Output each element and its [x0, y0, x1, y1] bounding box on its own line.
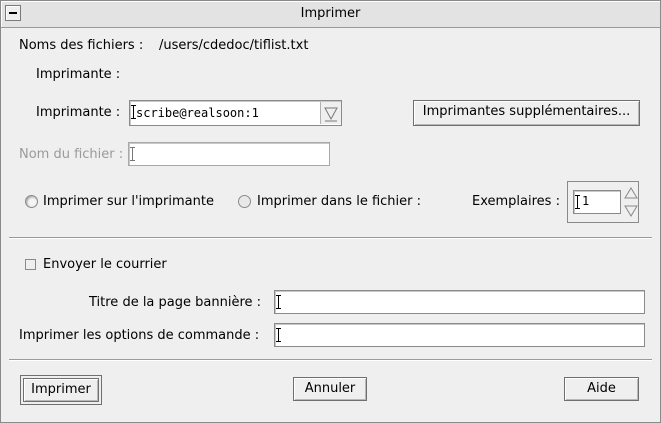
- print-to-printer-radio[interactable]: [25, 195, 38, 208]
- text-cursor-icon: [276, 295, 284, 309]
- filename-label: Nom du fichier :: [19, 147, 124, 162]
- send-mail-label: Envoyer le courrier: [43, 257, 167, 272]
- command-options-input[interactable]: [274, 323, 645, 347]
- printer-combobox[interactable]: scribe@realsoon:1: [129, 100, 342, 126]
- print-to-file-label: Imprimer dans le fichier :: [257, 194, 421, 209]
- separator: [9, 237, 652, 239]
- file-names-value: /users/cdedoc/tiflist.txt: [159, 38, 309, 53]
- window-title: Imprimer: [300, 6, 361, 21]
- text-cursor-icon: [276, 328, 284, 342]
- text-cursor-icon: [130, 147, 138, 161]
- file-names-label: Noms des fichiers :: [19, 38, 144, 53]
- banner-title-input[interactable]: [274, 290, 645, 314]
- print-button[interactable]: Imprimer: [20, 375, 102, 405]
- cancel-button[interactable]: Annuler: [293, 377, 367, 401]
- more-printers-button[interactable]: Imprimantes supplémentaires...: [413, 100, 640, 126]
- print-to-file-radio[interactable]: [238, 195, 251, 208]
- print-to-printer-label: Imprimer sur l'imprimante: [43, 194, 214, 209]
- filename-input[interactable]: [128, 142, 330, 166]
- copies-input[interactable]: 1: [573, 190, 621, 214]
- printer-section-label: Imprimante :: [36, 67, 121, 82]
- copies-label: Exemplaires :: [472, 194, 560, 209]
- banner-title-label: Titre de la page bannière :: [89, 295, 262, 310]
- spin-up-icon[interactable]: [623, 186, 639, 199]
- send-mail-checkbox[interactable]: [25, 259, 36, 270]
- printer-value: scribe@realsoon:1: [136, 106, 259, 120]
- title-bar[interactable]: Imprimer: [1, 1, 660, 28]
- copies-value: 1: [582, 194, 590, 208]
- print-dialog: Imprimer Noms des fichiers : /users/cded…: [0, 0, 661, 423]
- spin-down-icon[interactable]: [623, 204, 639, 217]
- copies-spinner[interactable]: 1: [567, 181, 639, 223]
- help-button[interactable]: Aide: [564, 377, 639, 401]
- separator: [9, 359, 652, 361]
- command-options-label: Imprimer les options de commande :: [19, 328, 260, 343]
- printer-label: Imprimante :: [36, 105, 121, 120]
- chevron-down-icon[interactable]: [320, 102, 341, 124]
